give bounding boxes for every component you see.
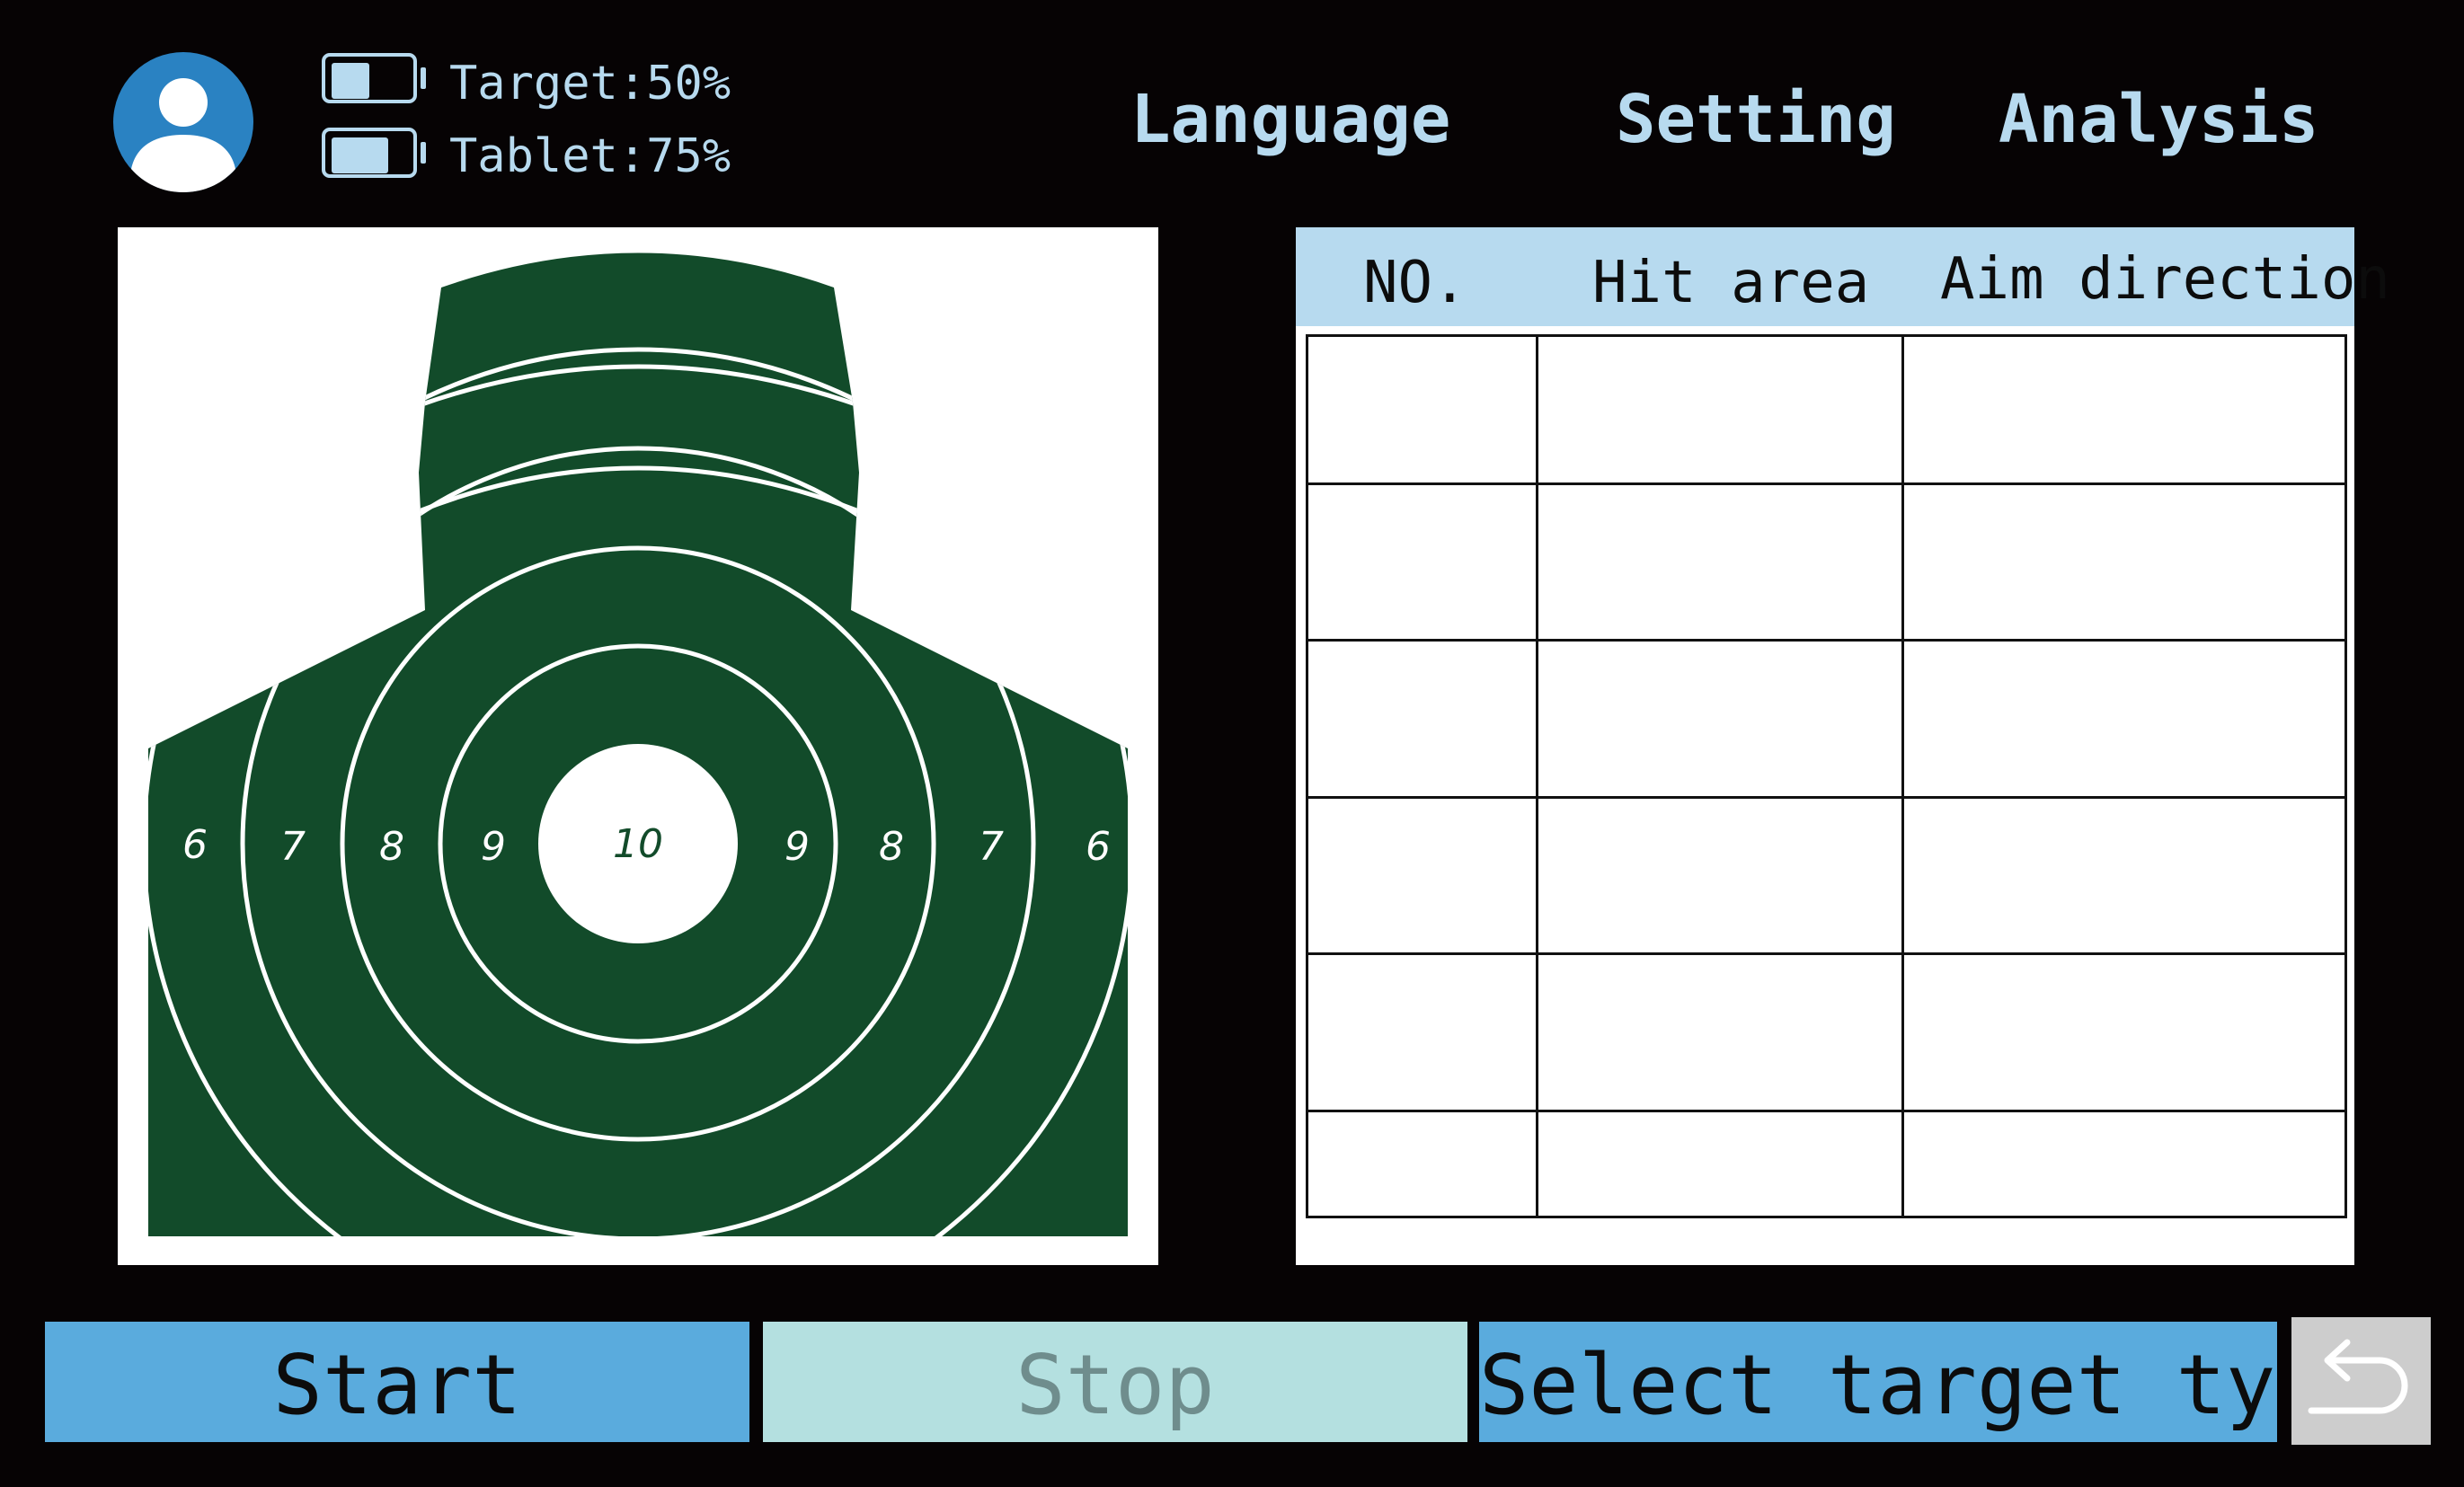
menu-analysis[interactable]: Analysis: [1999, 79, 2318, 160]
table-cell: [1901, 639, 2347, 799]
table-cell: [1536, 1110, 1904, 1218]
return-arrow-icon: [2308, 1339, 2408, 1414]
table-row[interactable]: [1306, 1110, 2347, 1218]
tablet-battery-label: Tablet:75%: [449, 129, 731, 183]
table-cell: [1536, 796, 1904, 955]
table-row[interactable]: [1306, 796, 2347, 955]
table-cell: [1306, 482, 1538, 642]
back-button[interactable]: [2291, 1317, 2431, 1445]
target-silhouette: 10 6 7 8 9 9 8 7 6: [148, 252, 1128, 1236]
score-right-7: 7: [979, 824, 1004, 870]
stop-button[interactable]: Stop: [763, 1322, 1467, 1442]
table-cell: [1901, 1110, 2347, 1218]
column-header-no: NO.: [1363, 250, 1467, 316]
table-row[interactable]: [1306, 334, 2347, 485]
score-left-9: 9: [481, 824, 506, 870]
user-avatar-icon[interactable]: [113, 52, 253, 192]
table-cell: [1306, 952, 1538, 1112]
target-battery-label: Target:50%: [449, 57, 731, 111]
table-row[interactable]: [1306, 952, 2347, 1112]
table-cell: [1901, 482, 2347, 642]
table-cell: [1306, 1110, 1538, 1218]
table-cell: [1306, 639, 1538, 799]
score-left-8: 8: [379, 824, 404, 870]
menu-setting[interactable]: Setting: [1616, 79, 1896, 160]
column-header-hit-area: Hit area: [1592, 250, 1870, 316]
table-cell: [1306, 796, 1538, 955]
score-right-6: 6: [1086, 824, 1111, 870]
score-10: 10: [613, 821, 663, 867]
start-button[interactable]: Start: [45, 1322, 749, 1442]
target-display[interactable]: 10 6 7 8 9 9 8 7 6: [118, 227, 1158, 1265]
table-row[interactable]: [1306, 482, 2347, 642]
score-right-9: 9: [784, 824, 810, 870]
table-cell: [1901, 334, 2347, 485]
table-header: NO. Hit area Aim direction: [1296, 227, 2390, 326]
score-left-7: 7: [280, 824, 306, 870]
score-right-8: 8: [879, 824, 904, 870]
results-grid: [1306, 334, 2347, 1218]
table-row[interactable]: [1306, 639, 2347, 799]
menu-language[interactable]: Language: [1130, 79, 1450, 160]
table-cell: [1901, 796, 2347, 955]
column-header-aim-direction: Aim direction: [1940, 246, 2390, 313]
table-cell: [1536, 639, 1904, 799]
table-cell: [1536, 952, 1904, 1112]
target-battery-icon: [322, 53, 428, 109]
table-cell: [1306, 334, 1538, 485]
score-left-6: 6: [182, 822, 208, 868]
table-cell: [1536, 482, 1904, 642]
results-table: NO. Hit area Aim direction: [1296, 227, 2390, 1265]
select-target-type-button[interactable]: Select target type: [1479, 1322, 2277, 1442]
table-cell: [1901, 952, 2347, 1112]
tablet-battery-icon: [322, 128, 428, 183]
table-cell: [1536, 334, 1904, 485]
